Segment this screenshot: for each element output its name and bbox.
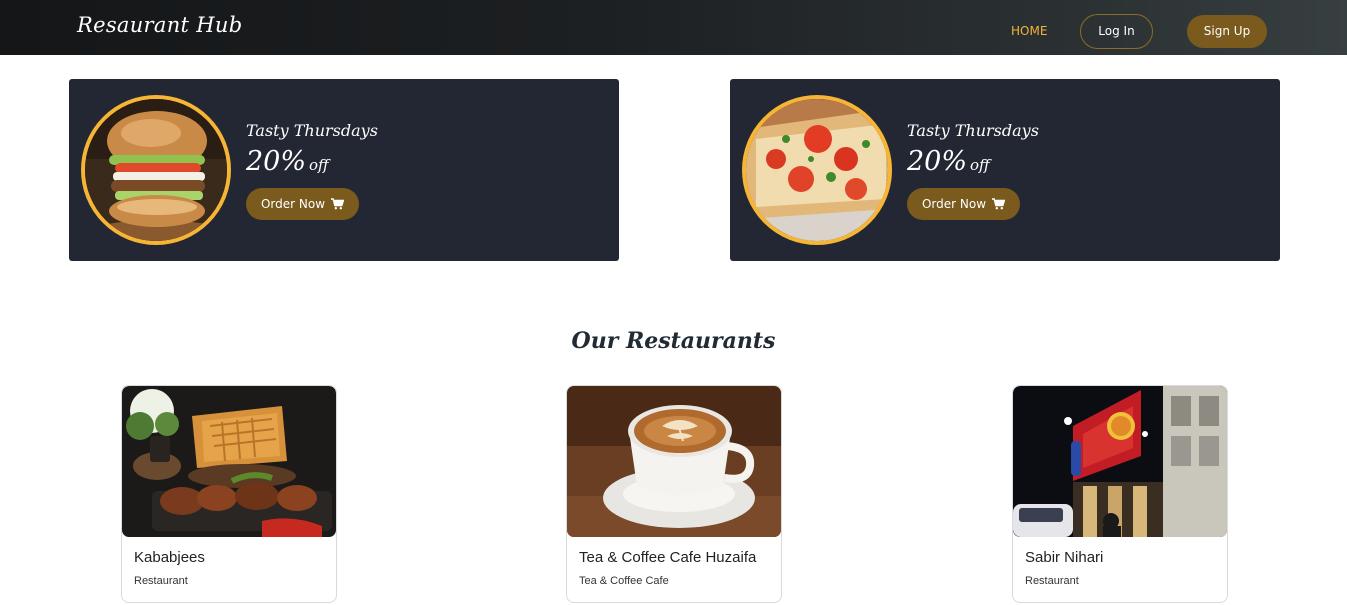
restaurant-name[interactable]: Tea & Coffee Cafe Huzaifa — [579, 549, 756, 566]
burger-image — [81, 95, 231, 245]
restaurant-name[interactable]: Sabir Nihari — [1025, 549, 1103, 566]
promo-card: Tasty Thursdays 20% off Order Now — [730, 79, 1280, 261]
promo-title: Tasty Thursdays — [246, 121, 378, 140]
restaurant-card[interactable]: Sabir Nihari Restaurant — [1012, 385, 1228, 603]
promo-discount: 20% off — [246, 146, 329, 177]
order-now-button[interactable]: Order Now — [907, 188, 1020, 220]
discount-percent: 20% — [246, 146, 307, 177]
restaurant-type: Restaurant — [1025, 575, 1079, 587]
section-title: Our Restaurants — [571, 328, 776, 354]
signup-button[interactable]: Sign Up — [1187, 15, 1267, 48]
pizza-image — [742, 95, 892, 245]
navbar: Resaurant Hub HOME Log In Sign Up — [0, 0, 1347, 55]
cart-icon — [331, 198, 345, 210]
order-now-label: Order Now — [260, 197, 326, 211]
restaurant-card[interactable]: Kababjees Restaurant — [121, 385, 337, 603]
nav-home-link[interactable]: HOME — [1011, 24, 1047, 38]
restaurant-card[interactable]: Tea & Coffee Cafe Huzaifa Tea & Coffee C… — [566, 385, 782, 603]
order-now-label: Order Now — [921, 197, 987, 211]
cart-icon — [992, 198, 1006, 210]
coffee-cup-image — [567, 386, 781, 537]
order-now-button[interactable]: Order Now — [246, 188, 359, 220]
brand-logo[interactable]: Resaurant Hub — [77, 13, 242, 37]
grilled-food-image — [122, 386, 336, 537]
discount-suffix: off — [309, 156, 329, 174]
promo-card: Tasty Thursdays 20% off Order Now — [69, 79, 619, 261]
login-button[interactable]: Log In — [1080, 14, 1153, 49]
promo-title: Tasty Thursdays — [907, 121, 1039, 140]
promo-discount: 20% off — [907, 146, 990, 177]
discount-percent: 20% — [907, 146, 968, 177]
discount-suffix: off — [970, 156, 990, 174]
restaurant-type: Restaurant — [134, 575, 188, 587]
restaurant-storefront-image — [1013, 386, 1227, 537]
restaurant-type: Tea & Coffee Cafe — [579, 575, 669, 587]
restaurant-name[interactable]: Kababjees — [134, 549, 205, 566]
